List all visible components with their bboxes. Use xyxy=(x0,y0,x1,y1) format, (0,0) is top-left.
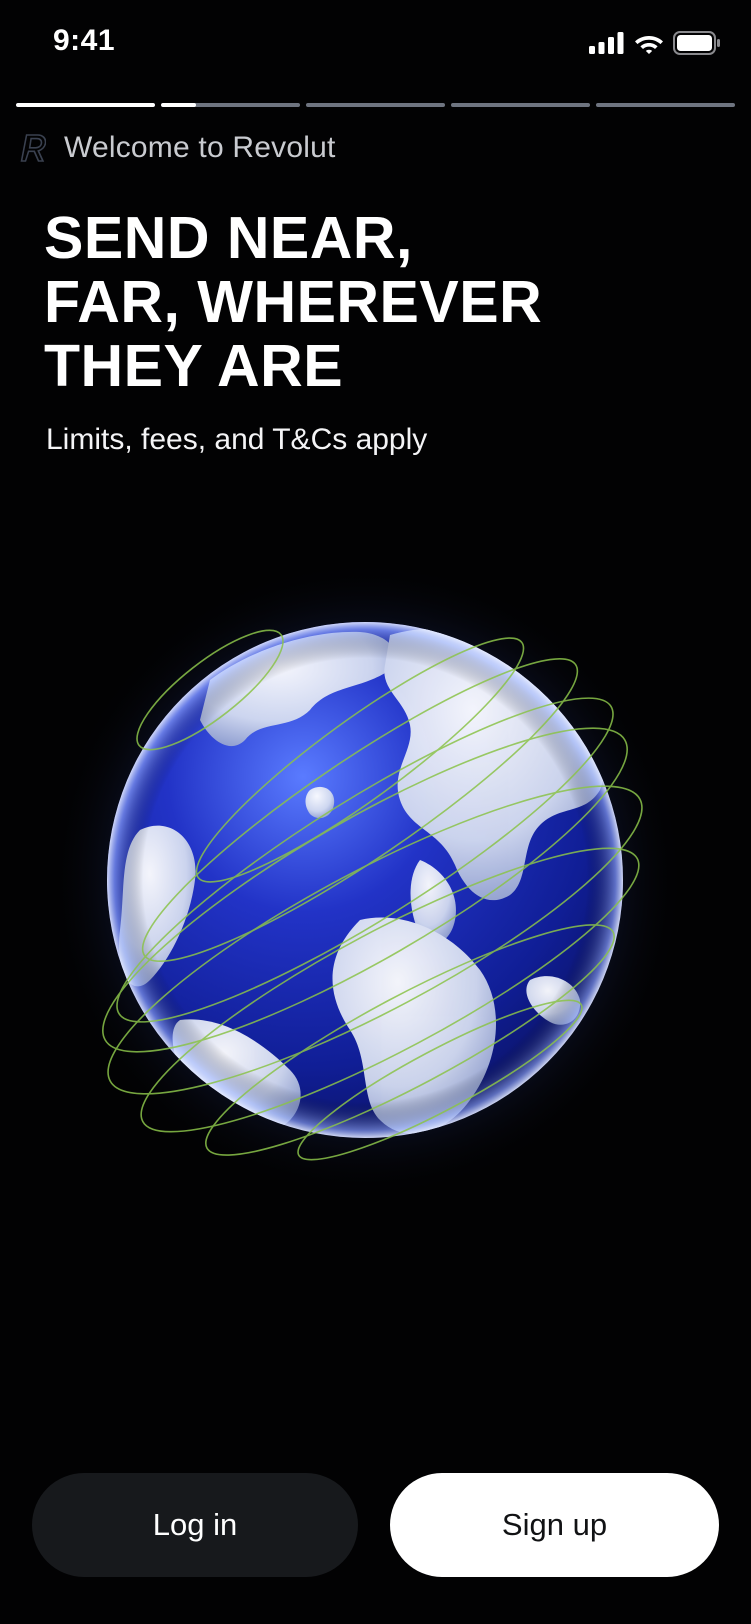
cellular-signal-icon xyxy=(589,32,625,59)
status-time: 9:41 xyxy=(53,24,116,57)
welcome-header: Welcome to Revolut xyxy=(20,131,336,165)
headline-line-2: FAR, WHEREVER xyxy=(44,269,543,335)
status-icons xyxy=(589,31,721,60)
story-progress-fill xyxy=(161,103,196,107)
story-progress-segment xyxy=(451,103,590,107)
disclaimer-text: Limits, fees, and T&Cs apply xyxy=(46,423,428,456)
story-progress-segment xyxy=(16,103,155,107)
revolut-logo-icon xyxy=(20,132,47,164)
headline-line-1: SEND NEAR, xyxy=(44,205,413,271)
wifi-icon xyxy=(634,32,664,59)
story-progress-segment xyxy=(596,103,735,107)
globe-illustration xyxy=(45,560,700,1220)
battery-icon xyxy=(673,31,721,60)
log-in-button[interactable]: Log in xyxy=(32,1473,358,1577)
status-bar: 9:41 xyxy=(0,0,751,90)
story-progress-segment xyxy=(306,103,445,107)
headline-line-3: THEY ARE xyxy=(44,333,344,399)
headline: SEND NEAR, FAR, WHEREVER THEY ARE xyxy=(44,206,704,398)
welcome-text: Welcome to Revolut xyxy=(64,131,336,164)
sign-up-button[interactable]: Sign up xyxy=(390,1473,719,1577)
story-progress-segment xyxy=(161,103,300,107)
story-progress xyxy=(16,103,735,107)
story-progress-fill xyxy=(16,103,155,107)
